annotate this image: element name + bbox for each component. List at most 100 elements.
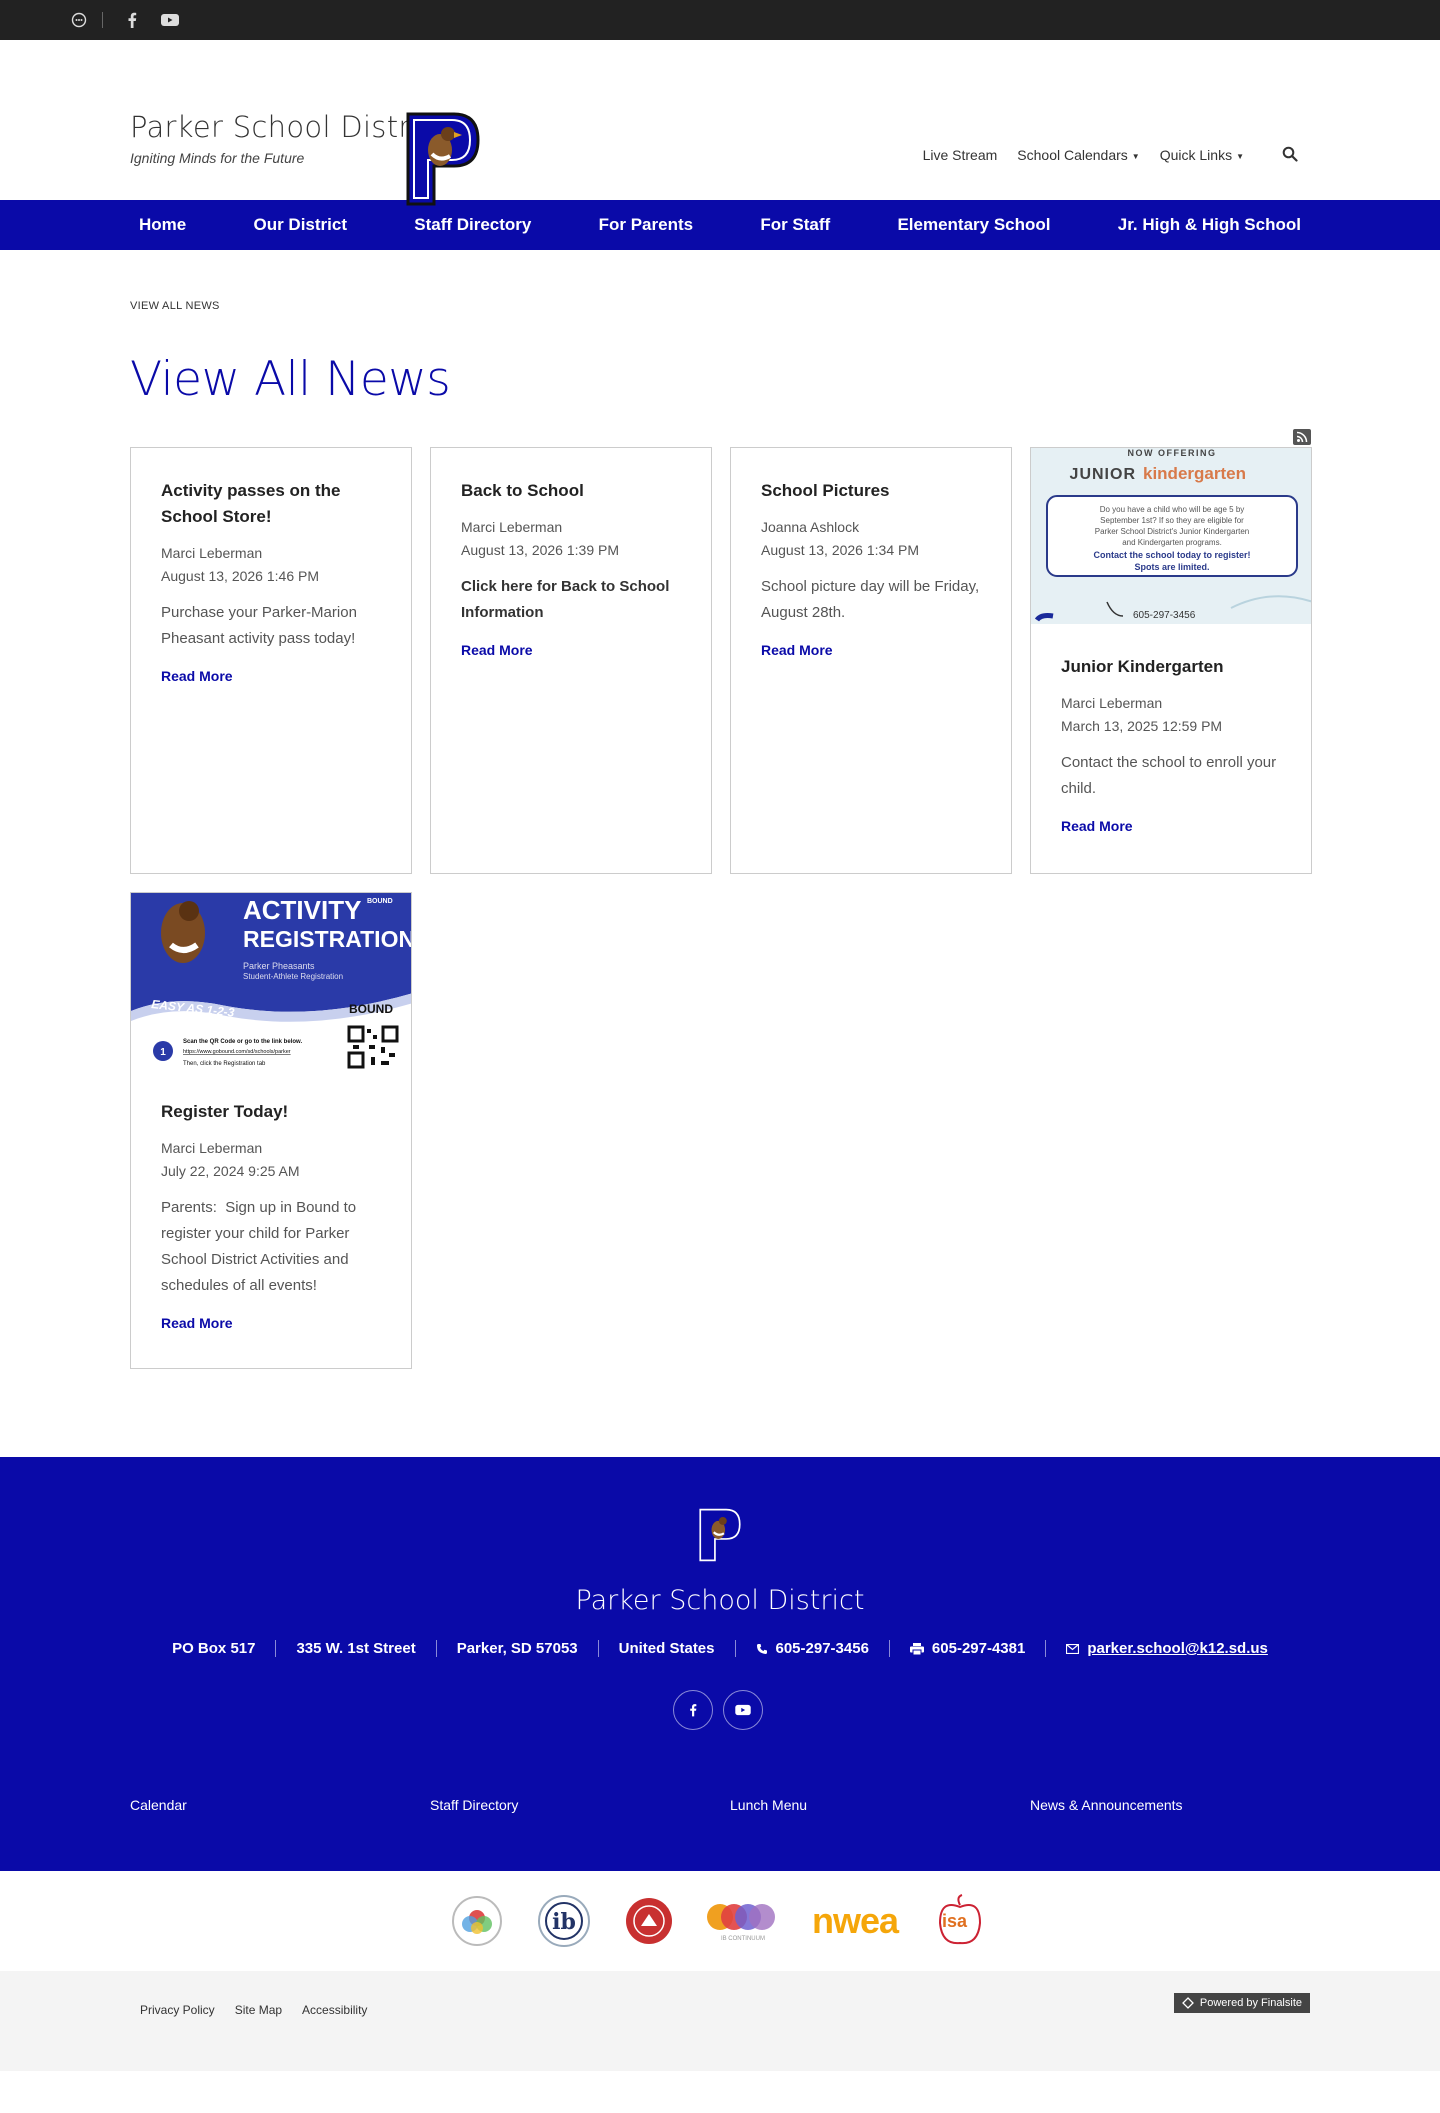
partner-logo-ib-continuum[interactable]: IB CONTINUUM — [706, 1891, 780, 1951]
news-author: Joanna Ashlock — [761, 519, 860, 535]
footer-fax: 605-297-4381 — [890, 1640, 1047, 1657]
footer-email-address: parker.school@k12.sd.us — [1087, 1640, 1268, 1657]
quick-links-dropdown[interactable]: Quick Links ▼ — [1160, 147, 1244, 163]
partner-logos: ib IB CONTINUUM nwea isa — [0, 1871, 1440, 1971]
site-map-link[interactable]: Site Map — [235, 2003, 282, 2017]
image-headline-registration: REGISTRATION — [243, 926, 411, 952]
news-date: July 22, 2024 9:25 AM — [161, 1163, 300, 1179]
quick-links-label: Quick Links — [1159, 147, 1233, 163]
partner-logo-ib[interactable]: ib — [536, 1891, 592, 1951]
site-header: Parker School District Igniting Minds fo… — [0, 40, 1440, 206]
nav-item-staff-directory[interactable]: Staff Directory — [405, 215, 540, 235]
image-headline-junior: JUNIOR — [1070, 466, 1136, 483]
powered-by-finalsite-badge[interactable]: Powered by Finalsite — [1173, 1993, 1310, 2013]
news-title[interactable]: Back to School — [461, 481, 584, 500]
nav-item-our-district[interactable]: Our District — [244, 215, 356, 235]
partner-logo-red-seal[interactable] — [624, 1891, 674, 1951]
main-nav: Home Our District Staff Directory For Pa… — [0, 200, 1440, 250]
image-headline-activity: ACTIVITY — [243, 895, 361, 925]
image-line-4: and Kindergarten programs. — [1122, 538, 1222, 547]
youtube-icon[interactable] — [723, 1690, 763, 1730]
news-author: Marci Leberman — [161, 545, 263, 561]
footer-p-logo[interactable] — [698, 1507, 742, 1563]
read-more-link[interactable]: Read More — [461, 642, 533, 658]
caret-down-icon: ▼ — [1236, 151, 1244, 161]
image-line-2: September 1st? If so they are eligible f… — [1100, 516, 1244, 525]
news-list: Activity passes on the School Store! Mar… — [130, 429, 1312, 1369]
school-calendars-dropdown[interactable]: School Calendars ▼ — [1017, 147, 1139, 163]
facebook-icon[interactable] — [117, 0, 147, 40]
image-sub-1: Parker Pheasants — [243, 961, 315, 971]
image-step-link: https://www.gobound.com/sd/schools/parke… — [183, 1049, 291, 1055]
footer-contact-info: PO Box 517 335 W. 1st Street Parker, SD … — [0, 1640, 1440, 1657]
image-brand-small: BOUND — [367, 898, 393, 905]
nav-item-home[interactable]: Home — [130, 215, 195, 235]
news-summary-link[interactable]: Click here for Back to School Informatio… — [461, 574, 681, 626]
pheasant-p-logo[interactable] — [404, 110, 482, 208]
phone-icon — [756, 1643, 767, 1654]
image-kicker: NOW OFFERING — [1128, 448, 1217, 458]
footer-phone-number: 605-297-3456 — [775, 1640, 869, 1657]
image-sub-2: Student-Athlete Registration — [243, 972, 343, 981]
news-title[interactable]: Activity passes on the School Store! — [161, 481, 341, 526]
image-brand-large: BOUND — [349, 1002, 393, 1016]
qr-code — [347, 1025, 399, 1069]
site-footer: Parker School District PO Box 517 335 W.… — [0, 1457, 1440, 1871]
live-stream-link[interactable]: Live Stream — [923, 147, 998, 163]
partner-logo-nwea[interactable]: nwea — [812, 1891, 899, 1951]
rss-icon[interactable] — [1293, 429, 1311, 445]
youtube-icon[interactable] — [155, 0, 185, 40]
facebook-icon[interactable] — [673, 1690, 713, 1730]
nav-item-elementary-school[interactable]: Elementary School — [888, 215, 1059, 235]
legal-bar: Privacy Policy Site Map Accessibility Po… — [0, 1971, 1440, 2071]
footer-country: United States — [599, 1640, 736, 1657]
nav-item-for-parents[interactable]: For Parents — [590, 215, 702, 235]
partner-logo-rainbow[interactable] — [450, 1891, 504, 1951]
footer-link-staff-directory[interactable]: Staff Directory — [430, 1797, 730, 1813]
main-content: VIEW ALL NEWS View All News Activity pas… — [0, 300, 1440, 1369]
nav-item-for-staff[interactable]: For Staff — [751, 215, 839, 235]
read-more-link[interactable]: Read More — [761, 642, 833, 658]
nav-item-jr-high-high-school[interactable]: Jr. High & High School — [1109, 215, 1310, 235]
finalsite-icon — [1181, 1997, 1194, 2009]
image-step-number: 1 — [160, 1047, 166, 1058]
news-date: March 13, 2025 12:59 PM — [1061, 718, 1223, 734]
site-brand[interactable]: Parker School District Igniting Minds fo… — [130, 110, 447, 166]
footer-link-lunch-menu[interactable]: Lunch Menu — [730, 1797, 1030, 1813]
read-more-link[interactable]: Read More — [161, 668, 233, 684]
news-image-activity-registration[interactable]: BOUND ACTIVITY REGISTRATION Parker Pheas… — [131, 893, 411, 1069]
school-calendars-label: School Calendars — [1017, 147, 1128, 163]
news-date: August 13, 2026 1:39 PM — [461, 542, 619, 558]
footer-phone[interactable]: 605-297-3456 — [736, 1640, 890, 1657]
news-card: Activity passes on the School Store! Mar… — [130, 447, 412, 874]
news-author: Marci Leberman — [461, 519, 563, 535]
divider — [102, 12, 103, 28]
image-step-text: Scan the QR Code or go to the link below… — [183, 1039, 302, 1045]
footer-city: Parker, SD 57053 — [437, 1640, 599, 1657]
image-line-3: Parker School District's Junior Kinderga… — [1095, 527, 1249, 536]
read-more-link[interactable]: Read More — [1061, 818, 1133, 834]
privacy-policy-link[interactable]: Privacy Policy — [140, 2003, 215, 2017]
footer-link-news-announcements[interactable]: News & Announcements — [1030, 1797, 1330, 1813]
news-image-junior-kindergarten[interactable]: NOW OFFERING JUNIOR kindergarten Do you … — [1031, 448, 1311, 624]
footer-po-box: PO Box 517 — [152, 1640, 277, 1657]
partner-logo-isa[interactable]: isa — [930, 1891, 990, 1951]
footer-link-calendar[interactable]: Calendar — [130, 1797, 430, 1813]
read-more-link[interactable]: Read More — [161, 1315, 233, 1331]
ib-continuum-caption: IB CONTINUUM — [720, 1935, 765, 1942]
news-title[interactable]: School Pictures — [761, 481, 889, 500]
image-line-1: Do you have a child who will be age 5 by — [1100, 505, 1245, 514]
search-icon[interactable] — [1282, 146, 1300, 164]
footer-street: 335 W. 1st Street — [276, 1640, 437, 1657]
news-title[interactable]: Register Today! — [161, 1102, 288, 1121]
legal-links: Privacy Policy Site Map Accessibility — [140, 2003, 367, 2017]
school-name: Parker School District — [130, 110, 447, 144]
news-title[interactable]: Junior Kindergarten — [1061, 657, 1223, 676]
svg-text:ib: ib — [552, 1909, 576, 1935]
news-author: Marci Leberman — [1061, 695, 1163, 711]
image-headline-kindergarten: kindergarten — [1143, 464, 1246, 483]
accessibility-link[interactable]: Accessibility — [302, 2003, 367, 2017]
chat-icon[interactable] — [64, 0, 94, 40]
footer-email[interactable]: parker.school@k12.sd.us — [1046, 1640, 1288, 1657]
breadcrumb[interactable]: VIEW ALL NEWS — [130, 300, 1310, 312]
